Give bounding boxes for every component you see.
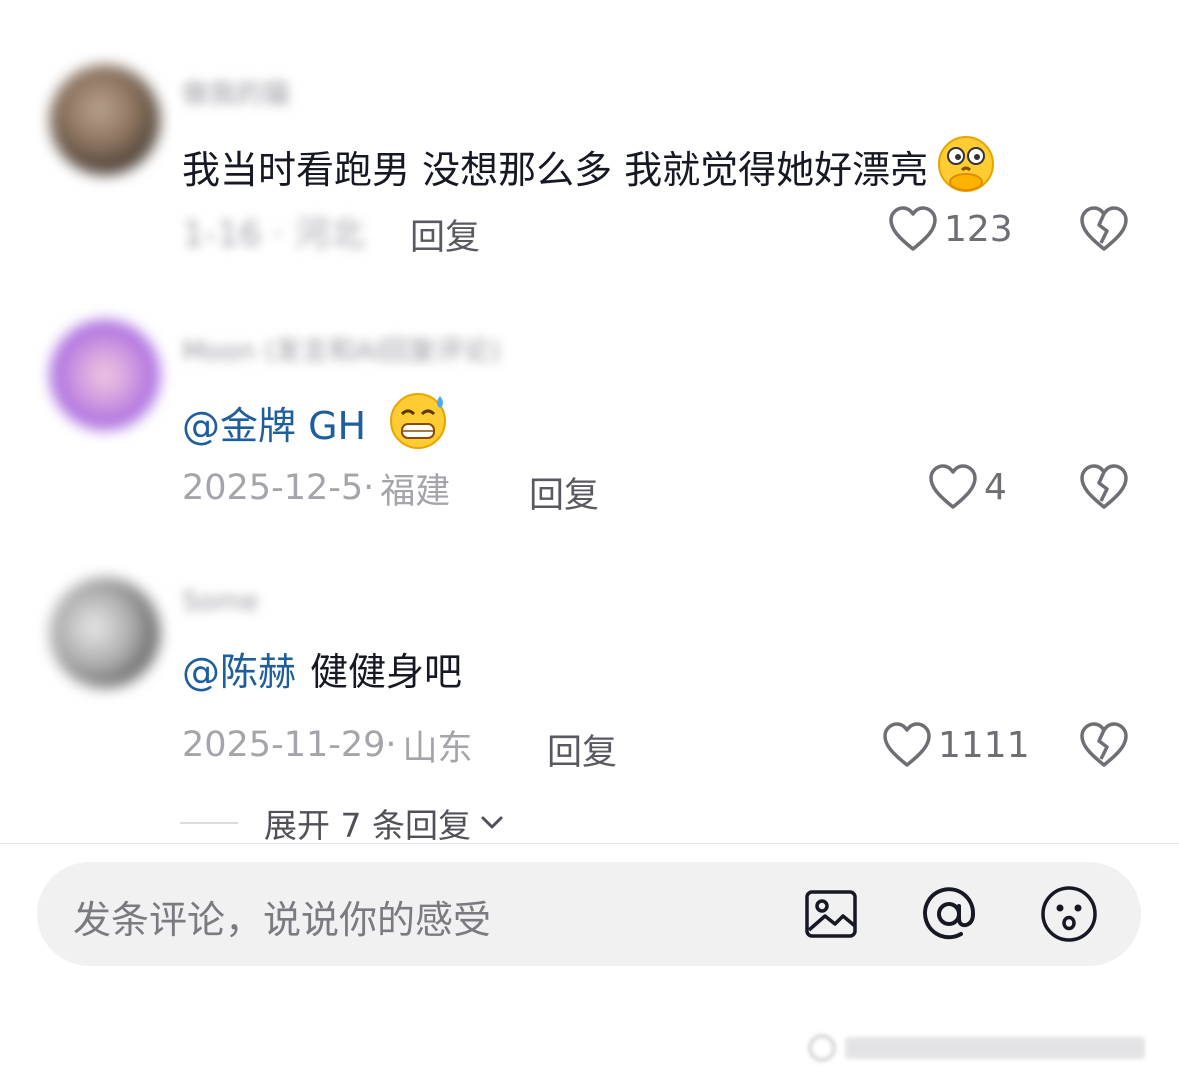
at-icon[interactable] [919, 884, 979, 944]
comment-body: 健健身吧 [310, 650, 463, 694]
grinning-sweat-emoji-icon [388, 390, 450, 461]
chevron-down-icon [481, 816, 503, 829]
image-icon[interactable] [801, 884, 861, 944]
comment-date: 2025-11-29 [182, 725, 386, 765]
comment-username[interactable]: Moon (发言和AI回复评论) [182, 329, 501, 368]
comment-meta-hidden: 1-16 · 河北 [182, 214, 365, 255]
comment-text: 我当时看跑男 没想那么多 我就觉得她好漂亮 [182, 134, 996, 205]
like-button[interactable]: 1111 [882, 721, 1030, 769]
comment-date: 2025-12-5 [182, 468, 364, 508]
divider [0, 843, 1179, 844]
heart-icon [929, 464, 977, 509]
comment-text: @陈赫 健健身吧 [182, 648, 462, 696]
reply-button[interactable]: 回复 [529, 467, 599, 518]
comment-meta: 2025-11-29 · 山东 [182, 721, 473, 769]
comment-username[interactable]: Some [182, 586, 259, 617]
comment-input[interactable]: 发条评论，说说你的感受 [73, 889, 491, 944]
thinking-hands-emoji-icon [936, 134, 996, 205]
broken-heart-icon[interactable] [1079, 205, 1129, 253]
broken-heart-icon[interactable] [1079, 463, 1129, 511]
heart-icon [889, 206, 937, 251]
mention-link[interactable]: @金牌 GH [182, 402, 366, 450]
watermark [808, 1034, 1145, 1062]
comment-meta: 1-16 · 河北 [182, 207, 365, 255]
avatar[interactable] [50, 320, 160, 430]
emoji-icon[interactable] [1039, 884, 1099, 944]
like-count: 1111 [938, 724, 1030, 766]
broken-heart-icon[interactable] [1079, 721, 1129, 769]
comment-input-bar[interactable]: 发条评论，说说你的感受 [37, 862, 1141, 966]
divider-line [180, 822, 238, 824]
mention-link[interactable]: @陈赫 [182, 648, 296, 696]
comment-username[interactable]: 做我的猫 [182, 72, 290, 111]
reply-button[interactable]: 回复 [410, 209, 480, 260]
comment-meta: 2025-12-5 · 福建 [182, 464, 450, 512]
like-button[interactable]: 4 [928, 463, 1007, 511]
comment-text: @金牌 GH [182, 390, 450, 461]
comment-location: 山东 [402, 728, 473, 769]
expand-replies-button[interactable]: 展开 7 条回复 [180, 800, 507, 846]
avatar[interactable] [50, 65, 160, 175]
like-button[interactable]: 123 [888, 205, 1013, 253]
avatar[interactable] [50, 578, 160, 688]
like-count: 123 [944, 208, 1013, 250]
expand-replies-label: 展开 7 条回复 [264, 806, 471, 845]
comment-location: 福建 [380, 471, 451, 512]
heart-icon [883, 722, 931, 767]
like-count: 4 [984, 466, 1007, 508]
comment-body: 我当时看跑男 没想那么多 我就觉得她好漂亮 [182, 147, 929, 192]
reply-button[interactable]: 回复 [547, 724, 617, 775]
